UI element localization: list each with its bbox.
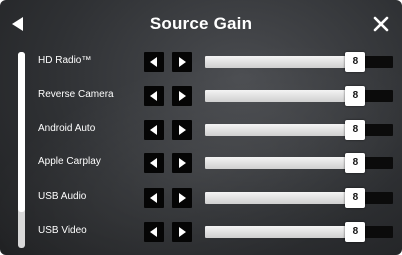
slider-thumb[interactable]: 8	[345, 86, 366, 106]
gain-slider[interactable]: 8	[205, 52, 393, 72]
close-button[interactable]	[372, 15, 390, 33]
row-label: Apple Carplay	[38, 156, 101, 167]
triangle-right-icon	[179, 193, 186, 203]
increase-button[interactable]	[172, 120, 192, 140]
header: Source Gain	[0, 0, 402, 48]
increase-button[interactable]	[172, 52, 192, 72]
increase-button[interactable]	[172, 188, 192, 208]
page-title: Source Gain	[149, 14, 253, 33]
slider-fill	[205, 226, 356, 238]
decrease-button[interactable]	[144, 120, 164, 140]
triangle-right-icon	[179, 125, 186, 135]
triangle-left-icon	[150, 193, 157, 203]
triangle-right-icon	[179, 227, 186, 237]
gain-slider[interactable]: 8	[205, 120, 393, 140]
increase-button[interactable]	[172, 86, 192, 106]
decrease-button[interactable]	[144, 52, 164, 72]
gain-slider[interactable]: 8	[205, 222, 393, 242]
decrease-button[interactable]	[144, 188, 164, 208]
triangle-left-icon	[150, 158, 157, 168]
gain-slider[interactable]: 8	[205, 86, 393, 106]
gain-row-hd-radio: HD Radio™ 8	[0, 51, 402, 73]
slider-fill	[205, 56, 356, 68]
slider-fill	[205, 124, 356, 136]
decrease-button[interactable]	[144, 153, 164, 173]
source-gain-screen: Source Gain HD Radio™ 8 Reverse Camera 8…	[0, 0, 402, 255]
row-label: USB Audio	[38, 191, 87, 202]
increase-button[interactable]	[172, 222, 192, 242]
slider-thumb[interactable]: 8	[345, 222, 366, 242]
gain-slider[interactable]: 8	[205, 153, 393, 173]
decrease-button[interactable]	[144, 86, 164, 106]
slider-fill	[205, 90, 356, 102]
triangle-left-icon	[150, 125, 157, 135]
close-icon	[373, 16, 389, 32]
gain-row-reverse-camera: Reverse Camera 8	[0, 85, 402, 107]
increase-button[interactable]	[172, 153, 192, 173]
triangle-left-icon	[150, 91, 157, 101]
scrollbar[interactable]	[18, 52, 25, 248]
slider-fill	[205, 192, 356, 204]
row-label: Reverse Camera	[38, 89, 114, 100]
row-label: Android Auto	[38, 123, 96, 134]
row-label: USB Video	[38, 225, 87, 236]
gain-row-usb-audio: USB Audio 8	[0, 187, 402, 209]
gain-row-usb-video: USB Video 8	[0, 221, 402, 243]
triangle-right-icon	[179, 158, 186, 168]
triangle-right-icon	[179, 57, 186, 67]
slider-thumb[interactable]: 8	[345, 120, 366, 140]
triangle-right-icon	[179, 91, 186, 101]
slider-thumb[interactable]: 8	[345, 153, 366, 173]
decrease-button[interactable]	[144, 222, 164, 242]
gain-row-android-auto: Android Auto 8	[0, 119, 402, 141]
slider-thumb[interactable]: 8	[345, 188, 366, 208]
triangle-left-icon	[150, 57, 157, 67]
slider-thumb[interactable]: 8	[345, 52, 366, 72]
slider-fill	[205, 157, 356, 169]
row-label: HD Radio™	[38, 55, 92, 66]
gain-slider[interactable]: 8	[205, 188, 393, 208]
gain-row-apple-carplay: Apple Carplay 8	[0, 152, 402, 174]
triangle-left-icon	[150, 227, 157, 237]
